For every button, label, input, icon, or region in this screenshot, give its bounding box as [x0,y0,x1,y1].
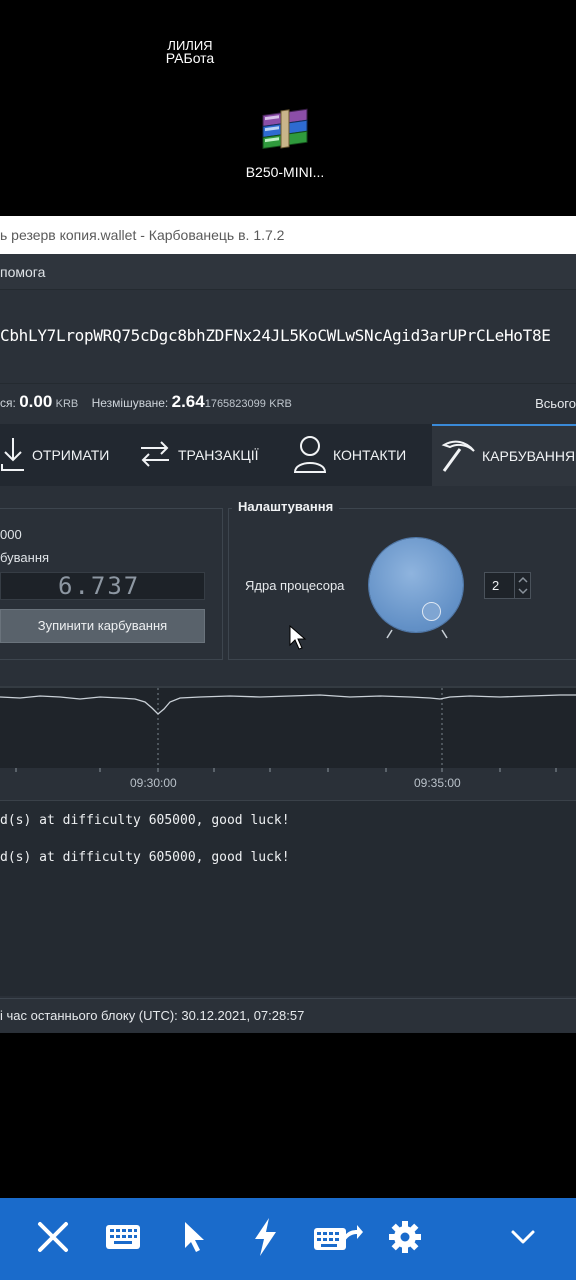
cpu-cores-value: 2 [492,578,500,593]
cpu-cores-label: Ядра процесора [245,578,345,593]
tab-transactions[interactable]: ТРАНЗАКЦІЇ [138,424,278,486]
keyboard-button[interactable] [100,1216,146,1262]
log-line: d(s) at difficulty 605000, good luck! [0,850,290,865]
desktop-icon-archive[interactable]: B250-MINI... [230,106,340,180]
tab-contacts[interactable]: КОНТАКТИ [293,424,427,486]
keyboard-icon [105,1224,141,1255]
send-keys-button[interactable] [310,1216,366,1262]
pointer-mode-button[interactable] [172,1216,218,1262]
unmixed-value-small: 1765823099 [204,398,266,410]
close-button[interactable] [30,1216,76,1262]
desktop-icon-cut-label: ЛИЛИЯ [167,40,213,50]
stop-mining-button[interactable]: Зупинити карбування [0,609,205,643]
pickaxe-icon [440,437,476,476]
unmixed-value: 2.64 [171,392,205,411]
spin-arrows[interactable] [514,573,530,598]
cpu-cores-knob[interactable] [369,538,463,632]
wallet-address[interactable]: CbhLY7LropWRQ75cDgc8bhZDFNx24JL5KoCWLwSN… [0,326,551,345]
available-label: ся: [0,396,16,410]
knob-ticks [386,629,448,639]
settings-button[interactable] [382,1216,428,1262]
collapse-toolbar-button[interactable] [500,1216,546,1262]
menu-bar: помога [0,254,576,290]
wallet-window: ь резерв копия.wallet - Карбованець в. 1… [0,216,576,1033]
mining-left-label: бування [0,550,50,565]
desktop-icon-label: РАБота [165,50,215,66]
winrar-archive-icon [259,106,311,150]
address-bar: CbhLY7LropWRQ75cDgc8bhZDFNx24JL5KoCWLwSN… [0,290,576,384]
remote-toolbar [0,1198,576,1280]
lightning-icon [251,1217,279,1262]
chart-time-axis: 09:30:00 09:35:00 [0,768,576,798]
balance-bar: ся: 0.00 KRB Незмішуване: 2.641765823099… [0,384,576,424]
gear-icon [387,1219,423,1260]
tab-receive-label: ОТРИМАТИ [32,447,110,463]
unmixed-unit: KRB [269,398,292,410]
available-value: 0.00 [19,392,53,411]
pointer-icon [181,1220,209,1259]
nav-tabs: ОТРИМАТИ ТРАНЗАКЦІЇ КОНТАКТИ КАРБУВАННЯ [0,424,576,486]
mining-left-value: 000 [0,527,22,542]
user-icon [293,434,327,477]
status-bar: і час останнього блоку (UTC): 30.12.2021… [0,998,576,1032]
tab-contacts-label: КОНТАКТИ [333,447,407,463]
close-icon [36,1220,70,1259]
cpu-cores-spinbox[interactable]: 2 [484,572,531,599]
chart-tick-label: 09:35:00 [414,776,461,790]
last-block-time: і час останнього блоку (UTC): 30.12.2021… [0,1008,305,1023]
settings-title: Налаштування [232,499,340,514]
hashrate-chart [0,686,576,768]
window-titlebar[interactable]: ь резерв копия.wallet - Карбованець в. 1… [0,216,576,254]
window-title: ь резерв копия.wallet - Карбованець в. 1… [0,227,285,243]
hashrate-value: 6.737 [58,572,141,600]
tab-mining-label: КАРБУВАННЯ [482,448,576,464]
tab-mining[interactable]: КАРБУВАННЯ [432,424,576,486]
unmixed-label: Незмішуване: [91,396,169,410]
mouse-cursor-icon [289,624,307,656]
actions-button[interactable] [242,1216,288,1262]
chart-tick-label: 09:30:00 [130,776,177,790]
available-unit: KRB [55,398,79,410]
chevron-down-icon [509,1228,537,1251]
download-icon [0,436,26,475]
tab-receive[interactable]: ОТРИМАТИ [0,424,130,486]
mining-log[interactable]: d(s) at difficulty 605000, good luck! d(… [0,800,576,996]
desktop-icon-label: B250-MINI... [245,164,325,180]
log-line: d(s) at difficulty 605000, good luck! [0,813,290,828]
total-label: Всього [535,396,576,411]
menu-item-help[interactable]: помога [0,264,45,280]
tab-transactions-label: ТРАНЗАКЦІЇ [178,447,259,463]
knob-indicator [422,602,441,621]
desktop-icon-rabota[interactable]: ЛИЛИЯ РАБота [140,40,240,66]
transfer-arrows-icon [138,437,172,474]
keyboard-send-icon [313,1222,363,1257]
